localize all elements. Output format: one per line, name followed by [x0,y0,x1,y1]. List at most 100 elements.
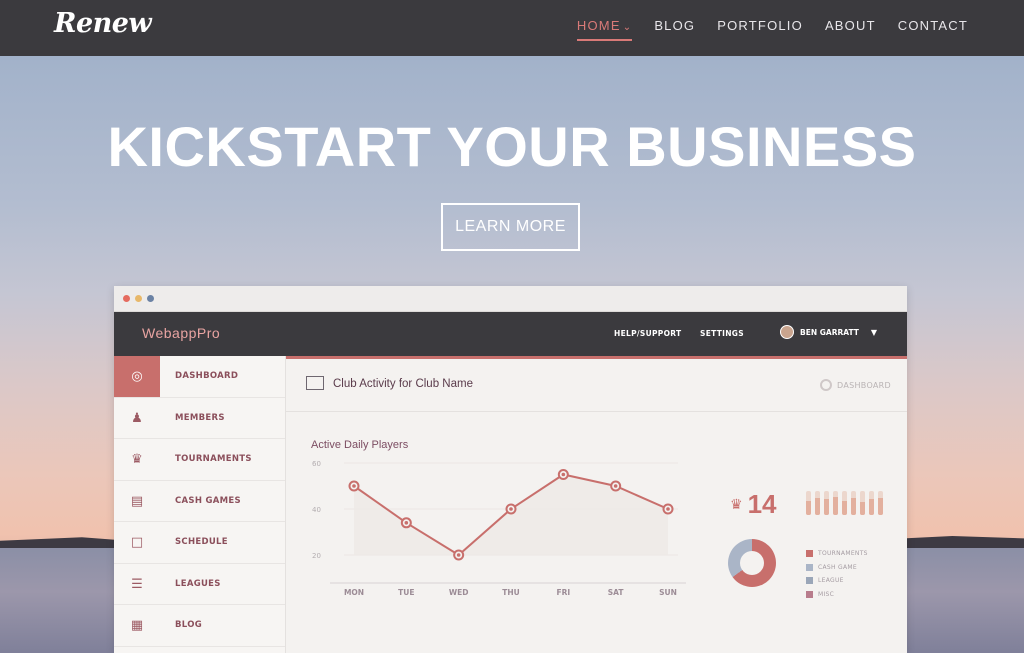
sidebar-item-schedule[interactable]: □ SCHEDULE [114,522,285,564]
nav-home-label: HOME [576,18,621,33]
crown-icon: ♛ [131,452,143,467]
help-support-link[interactable]: HELP/SUPPORT [614,329,681,338]
tournament-stat: ♛ 14 [730,489,776,520]
crown-icon: ♛ [730,496,743,513]
browser-chrome [114,286,907,312]
app-title[interactable]: WebappPro [142,325,220,341]
sidebar-item-tournaments[interactable]: ♛ TOURNAMENTS [114,439,285,481]
data-point-center [352,484,356,488]
breadcrumb[interactable]: DASHBOARD [820,379,891,391]
sidebar-item-label: SCHEDULE [175,537,228,547]
mini-bar [878,491,883,515]
blog-icon: ▦ [130,618,144,633]
close-window-dot [123,295,130,302]
site-logo[interactable]: Renew [54,8,152,39]
mini-bar [851,491,856,515]
sidebar-item-cash-games[interactable]: ▤ CASH GAMES [114,481,285,522]
minimize-window-dot [135,295,142,302]
sidebar-item-members[interactable]: ♟ MEMBERS [114,398,285,439]
list-icon: ☰ [131,576,143,592]
sidebar-item-label: TOURNAMENTS [175,454,252,464]
site-header: Renew HOME ⌄ BLOG PORTFOLIO ABOUT CONTACT [0,0,1024,56]
breadcrumb-label: DASHBOARD [837,380,891,390]
legend-swatch [806,590,813,598]
x-tick-label: THU [502,588,519,597]
app-preview-window: WebappPro HELP/SUPPORT SETTINGS BEN GARR… [114,286,907,653]
mini-bar-fill [878,498,883,515]
nav-home[interactable]: HOME ⌄ [576,18,633,41]
legend-item: LEAGUE [806,574,868,588]
nav-contact[interactable]: CONTACT [898,18,968,41]
learn-more-button[interactable]: LEARN MORE [441,203,580,251]
mini-bar [806,491,811,515]
mini-bar-fill [842,500,847,515]
dashboard-main: Club Activity for Club Name DASHBOARD Ac… [286,359,907,653]
calendar-icon: □ [130,535,144,550]
x-tick-label: TUE [398,588,414,597]
user-name: BEN GARRATT [800,327,859,337]
data-point-center [456,553,461,557]
dashboard-ring-icon [820,379,833,391]
main-nav: HOME ⌄ BLOG PORTFOLIO ABOUT CONTACT [576,18,968,41]
x-tick-label: FRI [556,588,570,597]
legend-item: TOURNAMENTS [806,547,868,561]
mini-bar [824,491,829,515]
dashboard-icon: ◎ [114,356,160,397]
y-tick-label: 60 [312,460,321,468]
sidebar-item-label: CASH GAMES [175,495,241,506]
chevron-down-icon: ⌄ [622,22,633,33]
legend-swatch [806,563,813,571]
donut-chart [728,539,776,587]
cash-icon: ▤ [130,493,144,509]
app-header: WebappPro HELP/SUPPORT SETTINGS BEN GARR… [114,312,907,356]
data-point-center [666,507,670,511]
legend-label: LEAGUE [818,577,844,585]
mini-bar [869,491,874,515]
mini-bar-fill [815,498,820,515]
settings-link[interactable]: SETTINGS [700,329,744,338]
members-icon: ♟ [131,410,143,426]
sidebar-item-leagues[interactable]: ☰ LEAGUES [114,564,285,605]
page-title: Club Activity for Club Name [333,378,473,390]
hero-section: KICKSTART YOUR BUSINESS LEARN MORE Webap… [0,56,1024,653]
mini-bar-fill [860,501,865,515]
mini-bar-chart [806,491,883,515]
legend-label: TOURNAMENTS [818,550,868,558]
mini-bar-fill [851,498,856,515]
sidebar-item-blog[interactable]: ▦ BLOG [114,605,285,647]
x-tick-label: MON [344,588,364,597]
nav-portfolio[interactable]: PORTFOLIO [717,18,803,41]
sidebar-item-label: MEMBERS [175,412,225,423]
hero-headline: KICKSTART YOUR BUSINESS [107,115,917,178]
legend-item: MISC [806,588,868,602]
mini-bar [860,491,865,515]
sidebar-item-dashboard[interactable]: ◎ DASHBOARD [114,356,285,398]
sidebar-item-label: LEAGUES [175,578,221,589]
x-tick-label: WED [449,588,469,597]
data-point-center [509,507,513,511]
stat-value: 14 [747,489,777,519]
legend-label: CASH GAME [818,563,857,571]
sidebar-item-label: BLOG [175,620,202,630]
mini-bar-fill [833,497,838,515]
data-point-center [404,521,409,525]
mini-bar-fill [824,499,829,515]
avatar [780,325,794,339]
dashboard-header: Club Activity for Club Name DASHBOARD [286,359,907,412]
sidebar-item-label: DASHBOARD [175,371,239,381]
y-tick-label: 20 [312,552,321,560]
legend-swatch [806,577,813,585]
mini-bar [815,491,820,515]
x-tick-label: SUN [659,588,677,597]
maximize-window-dot [147,295,154,302]
data-point-center [613,484,618,488]
nav-blog[interactable]: BLOG [654,18,695,41]
y-tick-label: 40 [312,506,321,514]
chart-icon [306,376,324,390]
legend-swatch [806,550,813,558]
nav-about[interactable]: ABOUT [825,18,876,41]
user-menu[interactable]: BEN GARRATT ▼ [780,325,877,339]
mini-bar [833,491,838,515]
mini-bar-fill [869,499,874,515]
caret-down-icon: ▼ [870,327,878,337]
